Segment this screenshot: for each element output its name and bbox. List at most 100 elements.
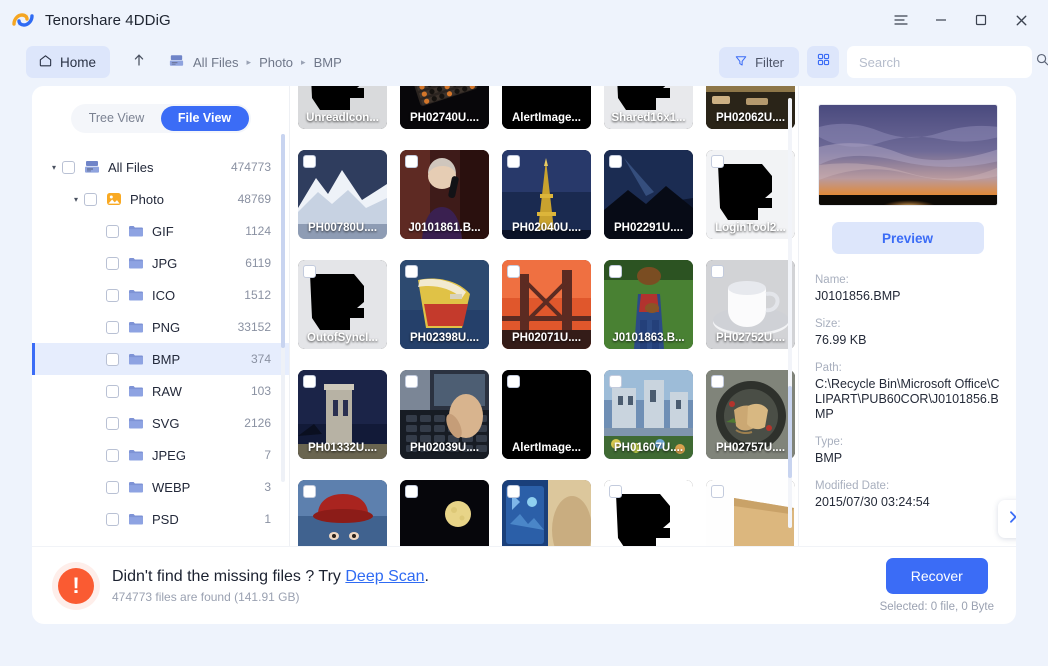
file-cell[interactable]: AlertImage... xyxy=(502,370,591,459)
file-cell[interactable]: AlertImage... xyxy=(502,86,591,129)
expand-caret-icon[interactable]: ▾ xyxy=(68,195,84,204)
file-checkbox[interactable] xyxy=(405,265,418,278)
main-content-card: Tree View File View ▾ All Files 474773 ▾ Pho… xyxy=(32,86,1016,546)
bottom-bar: ! Didn't find the missing files ? Try De… xyxy=(32,546,1016,624)
deep-scan-link[interactable]: Deep Scan xyxy=(345,568,424,585)
file-checkbox[interactable] xyxy=(405,155,418,168)
filter-button[interactable]: Filter xyxy=(719,46,799,78)
tree-item-jpeg[interactable]: JPEG 7 xyxy=(32,439,289,471)
file-cell[interactable]: LoginTool2... xyxy=(706,150,795,239)
next-file-button[interactable] xyxy=(998,500,1016,538)
file-checkbox[interactable] xyxy=(507,485,520,498)
tree-item-photo[interactable]: ▾ Photo 48769 xyxy=(32,183,289,215)
tree-item-checkbox[interactable] xyxy=(106,352,119,366)
tree-item-svg[interactable]: SVG 2126 xyxy=(32,407,289,439)
tree-item-checkbox[interactable] xyxy=(106,512,119,526)
file-cell[interactable] xyxy=(502,480,591,546)
file-cell[interactable] xyxy=(298,480,387,546)
file-checkbox[interactable] xyxy=(405,485,418,498)
file-checkbox[interactable] xyxy=(507,375,520,388)
expand-caret-icon[interactable]: ▾ xyxy=(46,163,62,172)
tree-item-jpg[interactable]: JPG 6119 xyxy=(32,247,289,279)
file-checkbox[interactable] xyxy=(609,265,622,278)
file-cell[interactable]: PH01607U.... xyxy=(604,370,693,459)
search-box[interactable] xyxy=(847,46,1048,78)
tree-item-checkbox[interactable] xyxy=(106,384,119,398)
file-cell[interactable]: PH02039U.... xyxy=(400,370,489,459)
file-cell[interactable]: PH02398U.... xyxy=(400,260,489,349)
breadcrumb-item-1[interactable]: Photo xyxy=(259,55,293,70)
details-panel: Preview Name: J0101856.BMP Size: 76.99 KB Pa… xyxy=(798,86,1016,546)
sidebar-scrollbar-thumb[interactable] xyxy=(281,134,285,348)
file-cell[interactable] xyxy=(706,480,795,546)
file-checkbox[interactable] xyxy=(609,485,622,498)
tree-item-psd[interactable]: PSD 1 xyxy=(32,503,289,535)
file-checkbox[interactable] xyxy=(609,375,622,388)
file-cell[interactable]: PH02752U.... xyxy=(706,260,795,349)
file-cell[interactable]: OutofSyncI... xyxy=(298,260,387,349)
file-cell[interactable]: J0101863.B... xyxy=(604,260,693,349)
file-cell[interactable]: PH00780U.... xyxy=(298,150,387,239)
file-checkbox[interactable] xyxy=(303,265,316,278)
file-checkbox[interactable] xyxy=(609,155,622,168)
recover-button[interactable]: Recover xyxy=(885,558,988,594)
breadcrumb-item-2[interactable]: BMP xyxy=(314,55,342,70)
tree-item-png[interactable]: PNG 33152 xyxy=(32,311,289,343)
file-cell[interactable]: J0101861.B... xyxy=(400,150,489,239)
tree-item-checkbox[interactable] xyxy=(106,480,119,494)
file-cell[interactable]: PH02291U.... xyxy=(604,150,693,239)
close-icon[interactable] xyxy=(1008,7,1034,33)
file-checkbox[interactable] xyxy=(711,155,724,168)
folder-icon xyxy=(127,254,145,272)
tree-item-checkbox[interactable] xyxy=(62,160,75,174)
tree-item-checkbox[interactable] xyxy=(106,288,119,302)
file-checkbox[interactable] xyxy=(507,155,520,168)
preview-button[interactable]: Preview xyxy=(831,222,984,254)
file-cell[interactable]: PH02740U.... xyxy=(400,86,489,129)
tree-item-raw[interactable]: RAW 103 xyxy=(32,375,289,407)
file-checkbox[interactable] xyxy=(507,265,520,278)
file-cell[interactable]: PH02071U.... xyxy=(502,260,591,349)
toolbar: Home All Files ▸ Photo ▸ BMP Filter Sear… xyxy=(0,40,1048,84)
tree-item-ico[interactable]: ICO 1512 xyxy=(32,279,289,311)
file-view-tab[interactable]: File View xyxy=(160,106,249,131)
tree-view-tab[interactable]: Tree View xyxy=(73,106,161,131)
breadcrumb-item-0[interactable]: All Files xyxy=(193,55,239,70)
file-cell[interactable]: PH02757U.... xyxy=(706,370,795,459)
search-icon[interactable] xyxy=(1035,52,1048,72)
tree-item-checkbox[interactable] xyxy=(84,192,97,206)
file-checkbox[interactable] xyxy=(711,375,724,388)
file-checkbox[interactable] xyxy=(303,375,316,388)
go-up-button[interactable] xyxy=(126,49,152,75)
file-cell[interactable]: PH02040U.... xyxy=(502,150,591,239)
file-cell[interactable] xyxy=(604,480,693,546)
home-button[interactable]: Home xyxy=(26,46,111,78)
maximize-icon[interactable] xyxy=(968,7,994,33)
metadata-label: Name: xyxy=(815,274,849,286)
tree-item-checkbox[interactable] xyxy=(106,224,119,238)
minimize-icon[interactable] xyxy=(928,7,954,33)
tree-item-checkbox[interactable] xyxy=(106,256,119,270)
file-cell[interactable]: PH01332U.... xyxy=(298,370,387,459)
file-checkbox[interactable] xyxy=(303,485,316,498)
grid-view-button[interactable] xyxy=(807,46,839,78)
file-cell[interactable]: PH02062U.... xyxy=(706,86,795,129)
file-checkbox[interactable] xyxy=(711,265,724,278)
file-checkbox[interactable] xyxy=(711,485,724,498)
menu-icon[interactable] xyxy=(888,7,914,33)
file-cell[interactable] xyxy=(400,480,489,546)
file-checkbox[interactable] xyxy=(303,155,316,168)
folder-icon xyxy=(127,382,145,400)
tree-item-gif[interactable]: GIF 1124 xyxy=(32,215,289,247)
tree-item-bmp[interactable]: BMP 374 xyxy=(32,343,289,375)
file-checkbox[interactable] xyxy=(405,375,418,388)
tree-item-checkbox[interactable] xyxy=(106,320,119,334)
tree-item-all files[interactable]: ▾ All Files 474773 xyxy=(32,151,289,183)
tree-item-checkbox[interactable] xyxy=(106,416,119,430)
file-cell[interactable]: UnreadIcon... xyxy=(298,86,387,129)
tree-item-webp[interactable]: WEBP 3 xyxy=(32,471,289,503)
search-input[interactable] xyxy=(859,54,1035,70)
grid-scrollbar-thumb[interactable] xyxy=(788,386,792,478)
tree-item-checkbox[interactable] xyxy=(106,448,119,462)
file-cell[interactable]: Shared16x1... xyxy=(604,86,693,129)
